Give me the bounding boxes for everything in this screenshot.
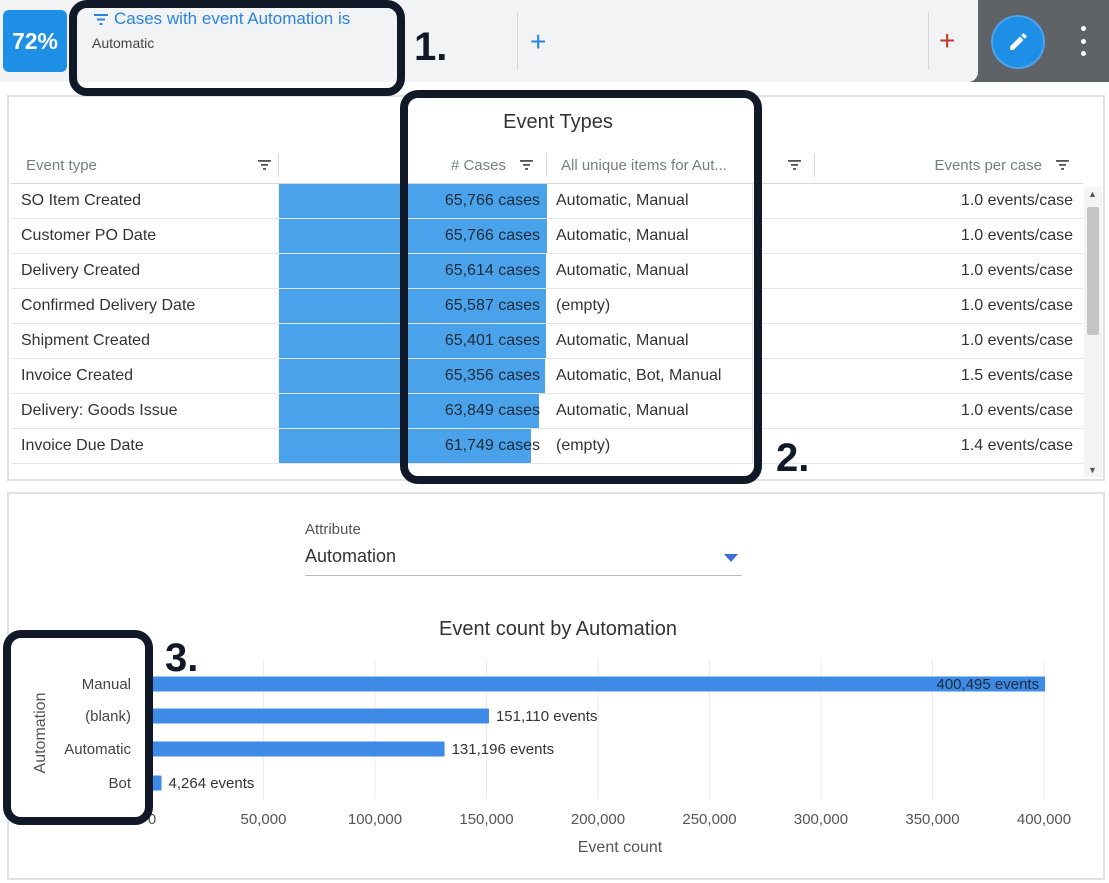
value-label: 151,110 events — [496, 708, 597, 725]
events-per-case-cell: 1.0 events/case — [960, 192, 1073, 209]
events-per-case-cell: 1.0 events/case — [960, 332, 1073, 349]
case-percentage-badge[interactable]: 72% — [3, 10, 67, 72]
event-type-cell: Delivery Created — [21, 262, 141, 279]
more-vertical-icon-dot — [1080, 38, 1086, 44]
event-type-cell: Invoice Due Date — [21, 437, 144, 454]
pencil-icon — [1010, 33, 1027, 50]
divider — [517, 12, 518, 70]
more-vertical-icon — [1080, 26, 1086, 31]
events-per-case-cell: 1.0 events/case — [960, 402, 1073, 419]
more-vertical-icon-dot — [1080, 51, 1086, 56]
column-header-event-type[interactable]: Event type — [26, 153, 271, 177]
x-tick-label: 250,000 — [682, 811, 736, 828]
event-type-cell: Invoice Created — [21, 367, 134, 384]
value-label: 131,196 events — [452, 741, 555, 758]
divider — [928, 12, 929, 70]
column-divider — [278, 153, 279, 177]
x-tick-label: 200,000 — [571, 811, 625, 828]
events-per-case-cell: 1.5 events/case — [960, 367, 1073, 384]
x-axis-title: Event count — [578, 839, 663, 856]
filter-icon[interactable] — [258, 160, 271, 170]
annotation-number-3: 3. — [165, 636, 199, 680]
event-type-cell: Delivery: Goods Issue — [21, 402, 178, 419]
filter-icon[interactable] — [788, 160, 801, 170]
event-type-cell: Shipment Created — [21, 332, 150, 349]
add-filter-button[interactable]: + — [530, 28, 546, 56]
bar-chart: 0 50,000 100,000 150,000 200,000 250,000 300,0… — [32, 659, 1071, 856]
events-per-case-cell: 1.0 events/case — [960, 227, 1073, 244]
annotation-box-3 — [3, 630, 153, 825]
column-header-label: Event type — [26, 156, 97, 174]
scroll-down-icon[interactable]: ▼ — [1088, 465, 1097, 475]
x-tick-label: 400,000 — [1017, 811, 1071, 828]
edit-button[interactable] — [993, 17, 1043, 67]
event-type-cell: Confirmed Delivery Date — [21, 297, 196, 314]
event-type-cell: Customer PO Date — [21, 227, 157, 244]
x-tick-label: 150,000 — [459, 811, 513, 828]
events-per-case-cell: 1.4 events/case — [960, 437, 1073, 454]
bar — [152, 708, 489, 724]
value-label: 400,495 events — [937, 676, 1040, 693]
value-label: 4,264 events — [169, 775, 255, 792]
scroll-up-icon[interactable]: ▲ — [1088, 189, 1097, 199]
x-tick-label: 300,000 — [794, 811, 848, 828]
column-header-events-per-case[interactable]: Events per case — [829, 153, 1069, 177]
events-per-case-cell: 1.0 events/case — [960, 297, 1073, 314]
bar — [152, 741, 445, 757]
event-count-panel: Attribute Automation Event count by Auto… — [7, 492, 1105, 880]
case-percentage-label: 72% — [11, 27, 59, 54]
x-tick-label: 350,000 — [905, 811, 959, 828]
add-button[interactable]: + — [939, 27, 955, 55]
scroll-thumb[interactable] — [1087, 207, 1099, 335]
column-header-label: Events per case — [934, 156, 1042, 174]
annotation-box-2 — [400, 90, 762, 484]
more-options-button[interactable] — [1071, 26, 1095, 56]
x-tick-label: 50,000 — [241, 811, 287, 828]
annotation-number-1: 1. — [414, 25, 448, 69]
column-divider — [814, 153, 815, 177]
bar — [152, 676, 1046, 692]
events-per-case-cell: 1.0 events/case — [960, 262, 1073, 279]
plus-icon: + — [530, 26, 547, 57]
scrollbar[interactable]: ▲ ▼ — [1084, 187, 1102, 477]
annotation-number-2: 2. — [776, 436, 810, 480]
x-tick-label: 100,000 — [348, 811, 402, 828]
plus-icon: + — [939, 25, 956, 56]
event-type-cell: SO Item Created — [21, 192, 142, 209]
annotation-box-1 — [69, 0, 405, 96]
filter-icon[interactable] — [1056, 160, 1069, 170]
bar — [152, 775, 162, 791]
